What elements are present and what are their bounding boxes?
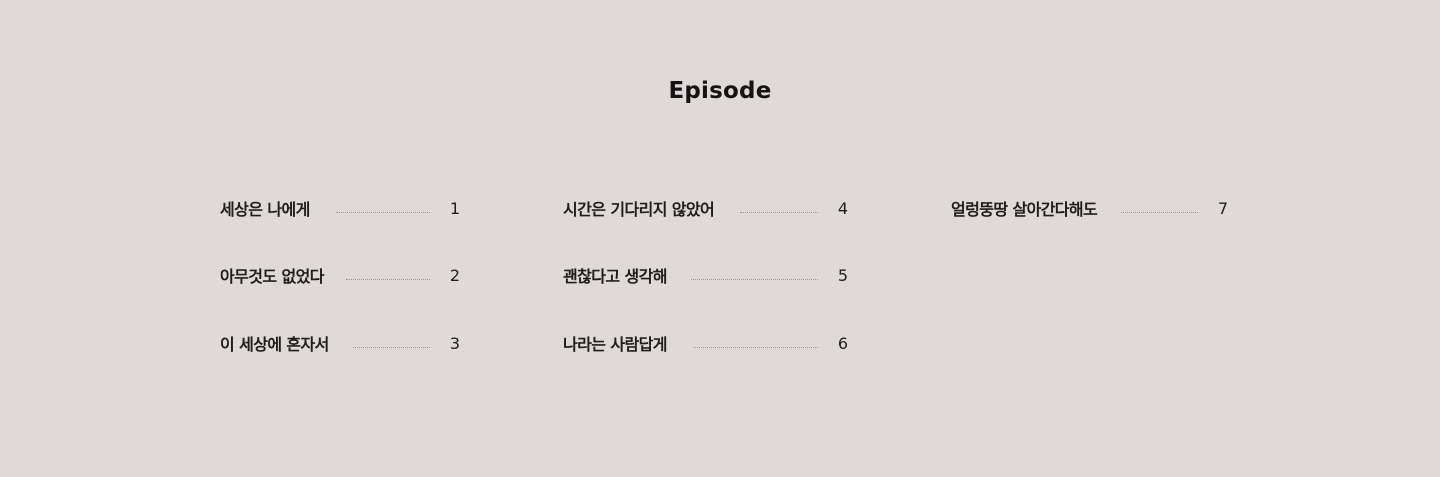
episode-item[interactable]: 시간은 기다리지 않았어 4 — [563, 194, 848, 222]
episode-item[interactable]: 세상은 나에게 1 — [220, 194, 460, 222]
leader-dots — [692, 346, 818, 348]
page-title: Episode — [668, 78, 772, 104]
episode-item[interactable]: 괜찮다고 생각해 5 — [563, 261, 848, 289]
episode-index-page: Episode 세상은 나에게 1 아무것도 없었다 2 이 세상에 혼자서 3… — [0, 0, 1440, 477]
leader-dots — [345, 278, 430, 280]
episode-number: 6 — [837, 333, 848, 353]
episode-number: 2 — [449, 265, 460, 285]
leader-dots — [690, 278, 818, 280]
leader-dots — [740, 211, 818, 213]
episode-number: 5 — [837, 265, 848, 285]
episode-number: 7 — [1217, 198, 1228, 218]
episode-title: 얼렁뚱땅 살아간다해도 — [951, 200, 1098, 219]
episode-item[interactable]: 얼렁뚱땅 살아간다해도 7 — [951, 194, 1228, 222]
leader-dots — [1121, 211, 1198, 213]
episode-number: 1 — [449, 198, 460, 218]
episode-item[interactable]: 나라는 사람답게 6 — [563, 329, 848, 357]
episode-item[interactable]: 아무것도 없었다 2 — [220, 261, 460, 289]
episode-title: 세상은 나에게 — [220, 200, 310, 219]
leader-dots — [352, 346, 430, 348]
episode-item[interactable]: 이 세상에 혼자서 3 — [220, 329, 460, 357]
episode-number: 4 — [837, 198, 848, 218]
episode-title: 아무것도 없었다 — [220, 267, 324, 286]
episode-title: 나라는 사람답게 — [563, 335, 667, 354]
episode-title: 이 세상에 혼자서 — [220, 335, 329, 354]
leader-dots — [335, 211, 430, 213]
episode-number: 3 — [449, 333, 460, 353]
episode-title: 시간은 기다리지 않았어 — [563, 200, 715, 219]
episode-title: 괜찮다고 생각해 — [563, 267, 667, 286]
